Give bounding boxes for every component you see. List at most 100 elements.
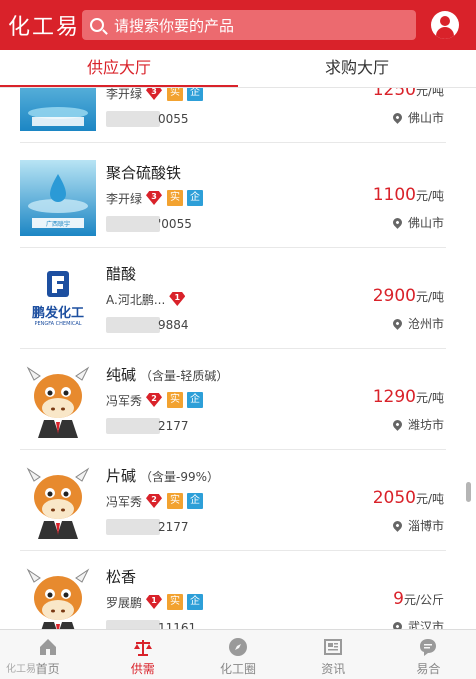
search-icon <box>90 18 104 32</box>
enterprise-badge: 企 <box>187 392 204 408</box>
logo-text: 鹏发化工 <box>31 306 84 321</box>
level-gem-icon: 3 <box>146 191 163 205</box>
phone-tail: 9884 <box>158 318 189 332</box>
list-item[interactable]: 鹏发化工 PENGFA CHEMICAL 醋酸 A.河北鹏... 1 9884 … <box>20 249 446 349</box>
nav-yihe[interactable]: 易合 <box>381 630 476 679</box>
nav-chem-circle[interactable]: 化工圈 <box>190 630 285 679</box>
seller-row: 冯军秀 2 实 企 <box>106 391 207 409</box>
price: 2050元/吨 <box>372 488 444 508</box>
verified-badge: 实 <box>167 392 184 408</box>
product-title: 松香 <box>106 568 137 586</box>
bottom-nav: 首页 供需 化工圈 资讯 易合 <box>0 629 476 679</box>
phone-row: 9884 <box>106 316 189 334</box>
phone-mask <box>106 317 160 333</box>
watermark: 化工易 <box>6 664 36 675</box>
list-item[interactable]: 李开绿 3 实 企 0055 1250元/吨 佛山市 <box>20 88 446 143</box>
phone-row: 2177 <box>106 518 189 536</box>
scrollbar[interactable] <box>466 482 471 502</box>
price: 1100元/吨 <box>372 185 444 205</box>
product-subtitle: （含量-99%） <box>140 470 220 484</box>
user-avatar-icon[interactable] <box>431 11 459 39</box>
level-gem-icon: 1 <box>169 292 186 306</box>
company-logo: 鹏发化工 PENGFA CHEMICAL <box>20 261 96 337</box>
list-item[interactable]: 松香 罗展鹏 1 实 企 11161 9元/公斤 武汉市 <box>20 552 446 629</box>
cow-avatar-icon <box>20 362 96 438</box>
list-item[interactable]: 纯碱 （含量-轻质碱） 冯军秀 2 实 企 2177 1290元/吨 潍坊市 <box>20 350 446 450</box>
price: 2900元/吨 <box>372 286 444 306</box>
seller-name: 冯军秀 <box>106 393 143 408</box>
location-pin-icon <box>391 111 404 124</box>
compass-icon <box>229 638 247 656</box>
tab-bar: 供应大厅 求购大厅 <box>0 50 476 88</box>
product-title: 醋酸 <box>106 265 137 283</box>
enterprise-badge: 企 <box>187 190 204 206</box>
phone-tail: 2177 <box>158 520 189 534</box>
enterprise-badge: 企 <box>187 594 204 610</box>
level-gem-icon: 3 <box>146 88 163 100</box>
phone-row: 11161 <box>106 619 196 629</box>
product-thumbnail: 广西联宇 <box>20 160 96 236</box>
product-subtitle: （含量-轻质碱） <box>140 369 229 383</box>
phone-tail: 0055 <box>158 112 189 126</box>
level-gem-icon: 2 <box>146 393 163 407</box>
app-logo[interactable]: 化工易 <box>8 9 78 41</box>
seller-row: 李开绿 3 实 企 <box>106 88 207 102</box>
seller-name: 李开绿 <box>106 191 143 206</box>
phone-mask <box>106 620 160 629</box>
list-item[interactable]: 广西联宇 聚合硫酸铁 李开绿 3 实 企 '0055 1100元/吨 佛山市 <box>20 148 446 248</box>
home-icon <box>39 639 56 655</box>
list-item[interactable]: 片碱 （含量-99%） 冯军秀 2 实 企 2177 2050元/吨 淄博市 <box>20 451 446 551</box>
level-gem-icon: 2 <box>146 494 163 508</box>
search-input[interactable]: 请搜索你要的产品 <box>82 10 416 40</box>
seller-row: A.河北鹏... 1 <box>106 290 190 308</box>
phone-mask <box>106 519 160 535</box>
location: 佛山市 <box>391 109 444 126</box>
verified-badge: 实 <box>167 493 184 509</box>
phone-row: 0055 <box>106 110 189 128</box>
seller-row: 李开绿 3 实 企 <box>106 189 207 207</box>
phone-row: 2177 <box>106 417 189 435</box>
seller-row: 罗展鹏 1 实 企 <box>106 593 207 611</box>
product-title: 纯碱 （含量-轻质碱） <box>106 366 229 384</box>
news-icon <box>324 639 343 655</box>
scale-icon <box>133 640 152 656</box>
verified-badge: 实 <box>167 88 184 101</box>
enterprise-badge: 企 <box>187 88 204 101</box>
nav-supply-demand[interactable]: 供需 <box>95 630 190 679</box>
phone-row: '0055 <box>106 215 192 233</box>
product-title: 片碱 （含量-99%） <box>106 467 220 485</box>
seller-name: 李开绿 <box>106 88 143 101</box>
seller-row: 冯军秀 2 实 企 <box>106 492 207 510</box>
price: 1250元/吨 <box>372 88 444 100</box>
svg-text:广西联宇: 广西联宇 <box>46 220 70 228</box>
verified-badge: 实 <box>167 594 184 610</box>
level-gem-icon: 1 <box>146 595 163 609</box>
phone-tail: 11161 <box>158 621 197 629</box>
chat-icon <box>420 639 437 656</box>
phone-mask <box>106 418 160 434</box>
seller-name: 冯军秀 <box>106 494 143 509</box>
location: 淄博市 <box>391 517 444 534</box>
tab-purchase[interactable]: 求购大厅 <box>238 50 476 87</box>
tab-supply[interactable]: 供应大厅 <box>0 50 238 87</box>
location: 沧州市 <box>391 315 444 332</box>
location-pin-icon <box>391 216 404 229</box>
price: 1290元/吨 <box>372 387 444 407</box>
search-placeholder: 请搜索你要的产品 <box>114 16 235 35</box>
logo-subtext: PENGFA CHEMICAL <box>34 321 82 327</box>
price: 9元/公斤 <box>393 589 444 609</box>
phone-mask <box>106 111 160 127</box>
seller-name: A.河北鹏... <box>106 292 166 307</box>
cow-avatar-icon <box>20 564 96 629</box>
location: 佛山市 <box>391 214 444 231</box>
enterprise-badge: 企 <box>187 493 204 509</box>
location-pin-icon <box>391 620 404 629</box>
nav-news[interactable]: 资讯 <box>286 630 381 679</box>
product-list: 李开绿 3 实 企 0055 1250元/吨 佛山市 广西联宇 聚合硫酸铁 李开… <box>0 88 476 629</box>
location: 潍坊市 <box>391 416 444 433</box>
location-pin-icon <box>391 519 404 532</box>
app-header: 化工易 请搜索你要的产品 <box>0 0 476 50</box>
location: 武汉市 <box>391 618 444 629</box>
phone-tail: '0055 <box>158 217 192 231</box>
verified-badge: 实 <box>167 190 184 206</box>
